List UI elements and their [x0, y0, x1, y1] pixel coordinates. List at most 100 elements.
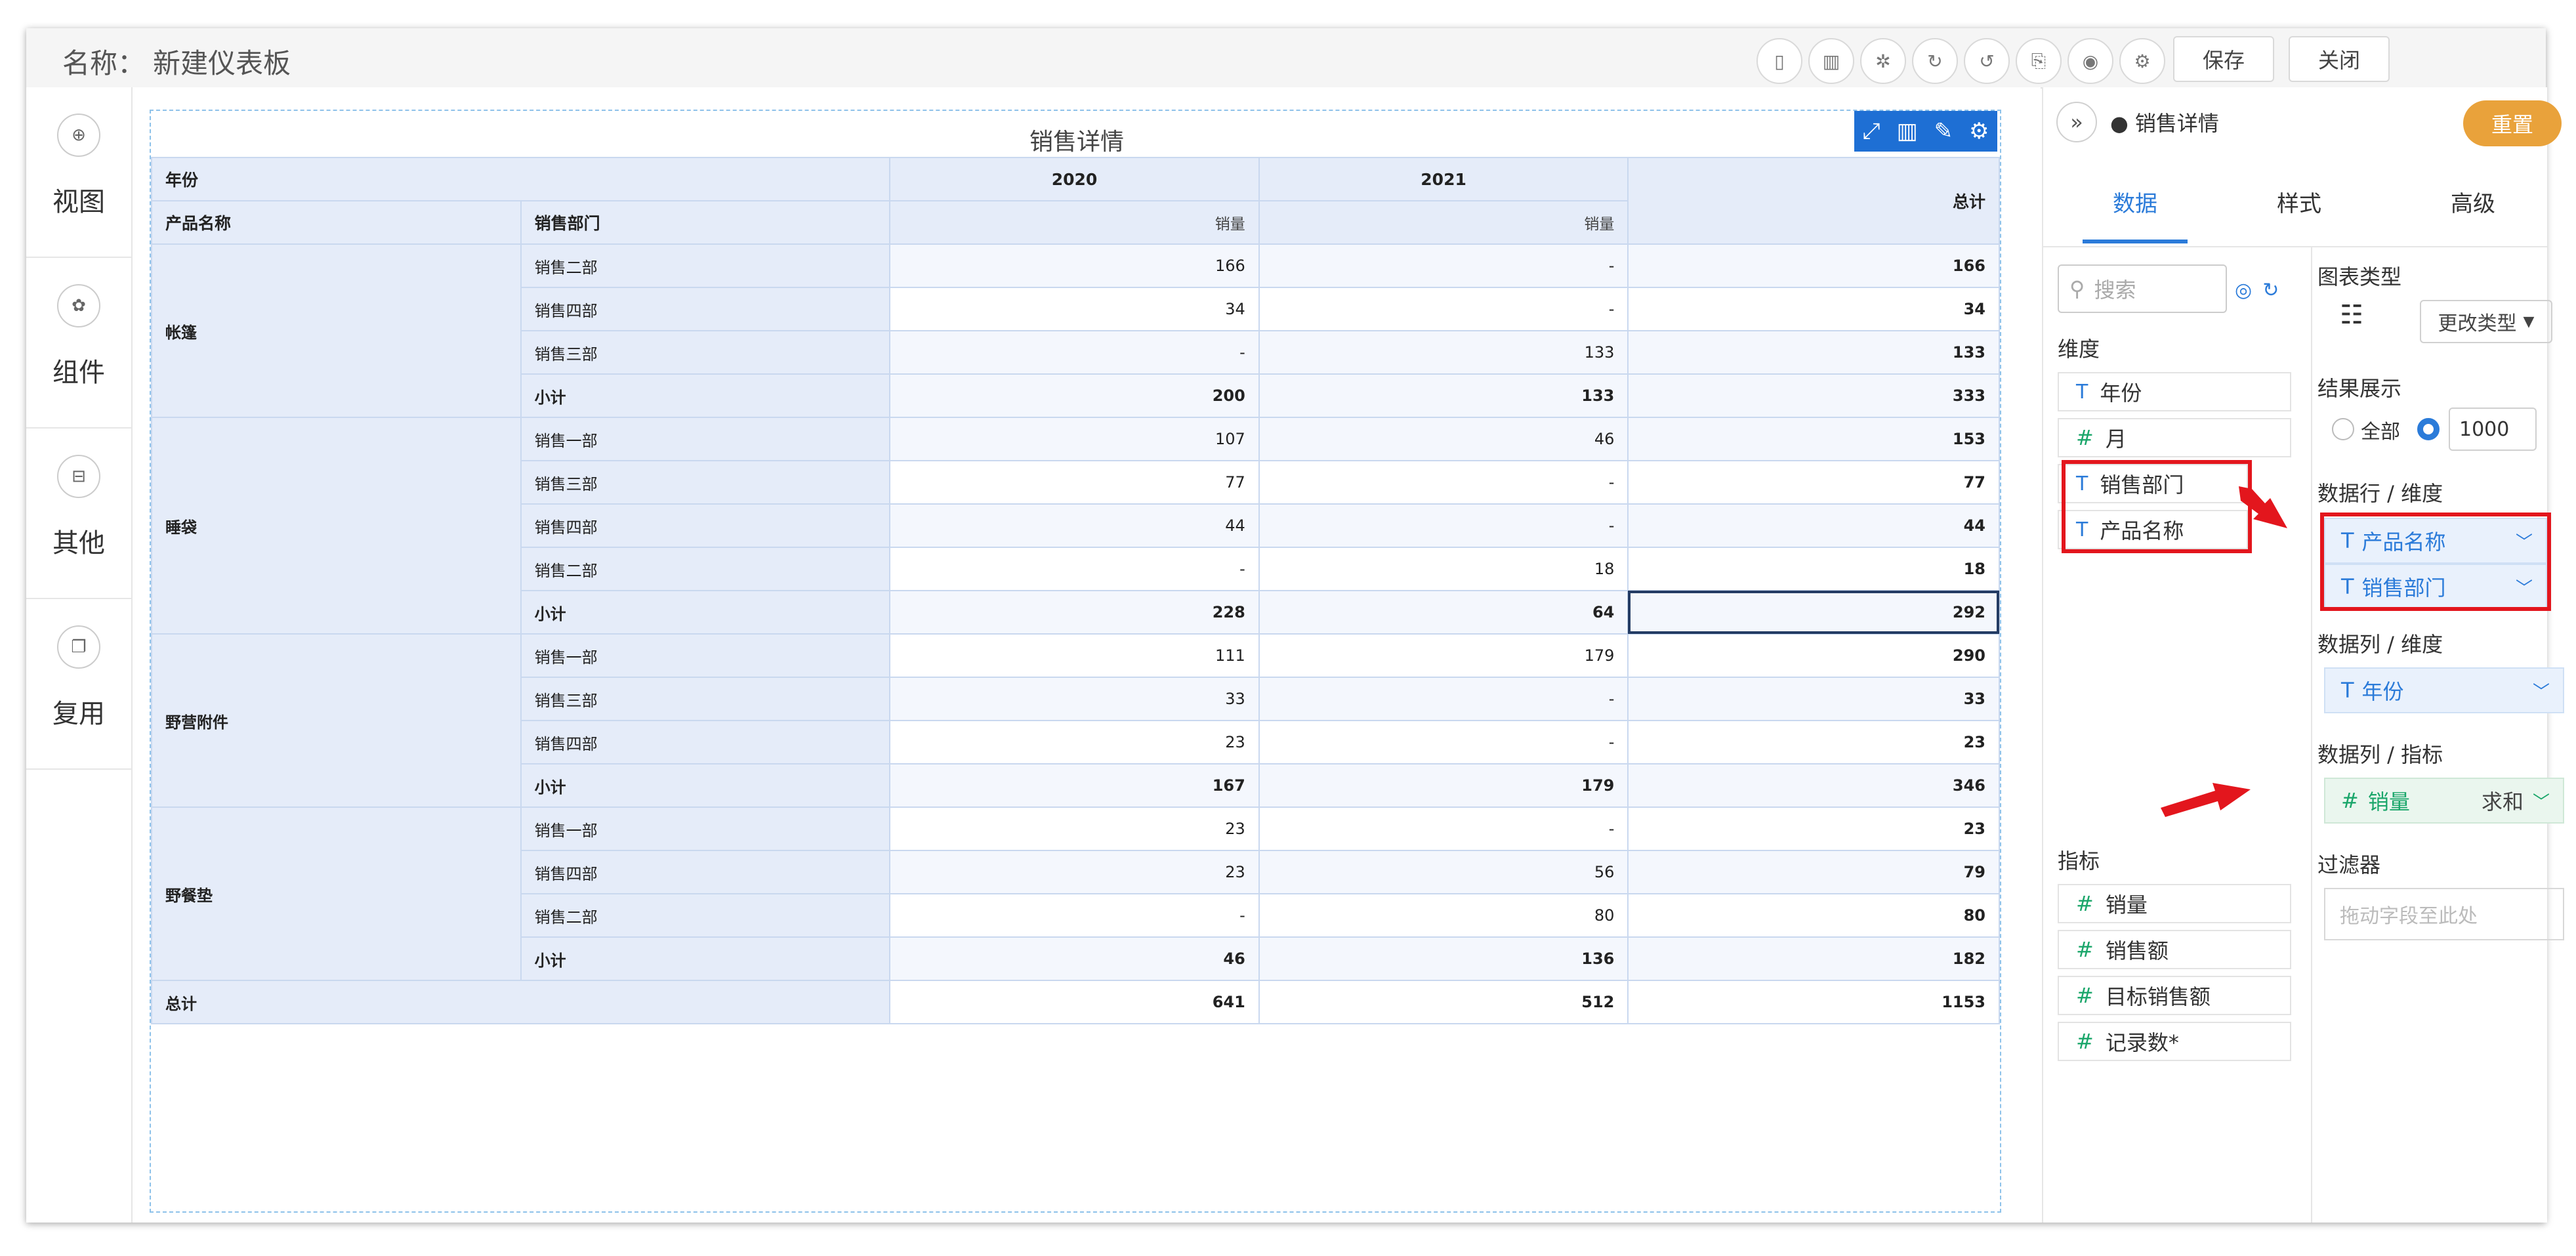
field-item-target-sales[interactable]: # 目标销售额: [2058, 976, 2291, 1015]
save-button[interactable]: 保存: [2173, 36, 2274, 82]
dashboard-canvas: 销售详情 ⤢ ▥ ✎ ⚙ 年份 2020 2021 总计 产品名称 销售部门 销…: [133, 87, 2041, 1223]
year-2021-header: 2021: [1258, 157, 1629, 201]
value-cell-2021[interactable]: -: [1258, 720, 1629, 764]
row-total-cell[interactable]: 34: [1627, 287, 2000, 331]
value-cell-2021[interactable]: -: [1258, 503, 1629, 548]
expand-icon[interactable]: ⤢: [1862, 118, 1880, 144]
value-cell-2021[interactable]: 133: [1258, 330, 1629, 375]
filter-drop-zone[interactable]: 拖动字段至此处: [2324, 888, 2564, 940]
search-placeholder: 搜索: [2094, 278, 2136, 303]
field-item-month[interactable]: # 月: [2058, 418, 2291, 457]
radio-limit[interactable]: [2417, 418, 2440, 440]
value-cell-2021[interactable]: -: [1258, 806, 1629, 851]
nav-label-other: 其他: [52, 528, 105, 558]
field-item-record-count[interactable]: # 记录数*: [2058, 1022, 2291, 1061]
magic-icon[interactable]: ✲: [1860, 38, 1906, 84]
dashboard-name[interactable]: 新建仪表板: [153, 47, 291, 79]
gear-icon[interactable]: ⚙: [1969, 118, 1989, 144]
subtotal-total[interactable]: 292: [1627, 590, 2000, 635]
undo-icon[interactable]: ↺: [1964, 38, 2010, 84]
grand-total-2020[interactable]: 641: [889, 980, 1260, 1024]
value-cell-2021[interactable]: -: [1258, 243, 1629, 288]
value-cell-2021[interactable]: -: [1258, 460, 1629, 505]
col-measure-quantity[interactable]: # 销量 求和 ﹀: [2324, 778, 2564, 824]
subtotal-2020[interactable]: 46: [889, 936, 1260, 981]
nav-item-view[interactable]: ⊕ 视图: [26, 87, 131, 258]
col-dim-year[interactable]: T 年份 ﹀: [2324, 667, 2564, 713]
row-total-cell[interactable]: 23: [1627, 806, 2000, 851]
value-cell-2020[interactable]: 34: [889, 287, 1260, 331]
subtotal-2020[interactable]: 228: [889, 590, 1260, 635]
row-total-cell[interactable]: 33: [1627, 677, 2000, 721]
row-total-cell[interactable]: 44: [1627, 503, 2000, 548]
field-item-sales-amount[interactable]: # 销售额: [2058, 930, 2291, 969]
value-cell-2020[interactable]: 23: [889, 806, 1260, 851]
value-cell-2020[interactable]: 166: [889, 243, 1260, 288]
barcode-icon[interactable]: ▥: [1808, 38, 1854, 84]
grand-total-label: 总计: [150, 980, 891, 1024]
value-cell-2020[interactable]: 111: [889, 633, 1260, 678]
grand-total-2021[interactable]: 512: [1258, 980, 1629, 1024]
export-icon[interactable]: ⎘: [2016, 38, 2062, 84]
subtotal-2021[interactable]: 133: [1258, 373, 1629, 418]
grand-total-total[interactable]: 1153: [1627, 980, 2000, 1024]
value-cell-2021[interactable]: 56: [1258, 850, 1629, 894]
row-total-cell[interactable]: 133: [1627, 330, 2000, 375]
row-total-cell[interactable]: 18: [1627, 547, 2000, 591]
barcode-icon[interactable]: ▥: [1897, 118, 1918, 144]
refresh-icon[interactable]: ↻: [1912, 38, 1958, 84]
row-total-cell[interactable]: 153: [1627, 417, 2000, 461]
tab-advanced[interactable]: 高级: [2407, 186, 2539, 218]
row-total-cell[interactable]: 77: [1627, 460, 2000, 505]
pivot-chart-widget[interactable]: 销售详情 ⤢ ▥ ✎ ⚙ 年份 2020 2021 总计 产品名称 销售部门 销…: [150, 110, 2001, 1213]
reset-button[interactable]: 重置: [2463, 100, 2562, 146]
subtotal-2021[interactable]: 179: [1258, 763, 1629, 808]
value-cell-2021[interactable]: 18: [1258, 547, 1629, 591]
row-total-cell[interactable]: 80: [1627, 893, 2000, 938]
tab-style[interactable]: 样式: [2233, 186, 2365, 218]
value-cell-2020[interactable]: -: [889, 547, 1260, 591]
row-total-cell[interactable]: 79: [1627, 850, 2000, 894]
value-cell-2021[interactable]: 80: [1258, 893, 1629, 938]
value-cell-2021[interactable]: -: [1258, 677, 1629, 721]
value-cell-2020[interactable]: 23: [889, 850, 1260, 894]
row-total-cell[interactable]: 166: [1627, 243, 2000, 288]
preview-icon[interactable]: ◉: [2067, 38, 2113, 84]
subtotal-2020[interactable]: 200: [889, 373, 1260, 418]
value-cell-2020[interactable]: 107: [889, 417, 1260, 461]
nav-item-other[interactable]: ⊟ 其他: [26, 429, 131, 599]
row-total-cell[interactable]: 23: [1627, 720, 2000, 764]
settings-icon[interactable]: ⚙: [2119, 38, 2165, 84]
field-item-quantity[interactable]: # 销量: [2058, 884, 2291, 923]
value-cell-2020[interactable]: -: [889, 893, 1260, 938]
field-search-input[interactable]: ⚲ 搜索: [2058, 264, 2227, 313]
value-cell-2021[interactable]: -: [1258, 287, 1629, 331]
subtotal-total[interactable]: 182: [1627, 936, 2000, 981]
value-cell-2021[interactable]: 179: [1258, 633, 1629, 678]
value-cell-2020[interactable]: -: [889, 330, 1260, 375]
edit-icon[interactable]: ✎: [1934, 118, 1953, 144]
nav-item-components[interactable]: ✿ 组件: [26, 258, 131, 429]
mobile-icon[interactable]: ▯: [1756, 38, 1802, 84]
collapse-panel-button[interactable]: »: [2056, 102, 2097, 142]
change-type-dropdown[interactable]: 更改类型 ▼: [2420, 300, 2552, 343]
subtotal-2021[interactable]: 136: [1258, 936, 1629, 981]
nav-item-reuse[interactable]: ❐ 复用: [26, 599, 131, 770]
field-item-year[interactable]: T 年份: [2058, 372, 2291, 411]
tab-data[interactable]: 数据: [2069, 186, 2201, 218]
value-cell-2020[interactable]: 33: [889, 677, 1260, 721]
subtotal-2021[interactable]: 64: [1258, 590, 1629, 635]
close-button[interactable]: 关闭: [2289, 36, 2390, 82]
value-cell-2020[interactable]: 77: [889, 460, 1260, 505]
row-total-cell[interactable]: 290: [1627, 633, 2000, 678]
filter-settings-icon[interactable]: ◎: [2235, 279, 2252, 302]
subtotal-total[interactable]: 333: [1627, 373, 2000, 418]
result-limit-input[interactable]: 1000: [2449, 408, 2537, 451]
subtotal-2020[interactable]: 167: [889, 763, 1260, 808]
subtotal-total[interactable]: 346: [1627, 763, 2000, 808]
radio-all[interactable]: [2332, 418, 2354, 440]
value-cell-2021[interactable]: 46: [1258, 417, 1629, 461]
value-cell-2020[interactable]: 44: [889, 503, 1260, 548]
value-cell-2020[interactable]: 23: [889, 720, 1260, 764]
refresh-fields-icon[interactable]: ↻: [2262, 279, 2279, 302]
